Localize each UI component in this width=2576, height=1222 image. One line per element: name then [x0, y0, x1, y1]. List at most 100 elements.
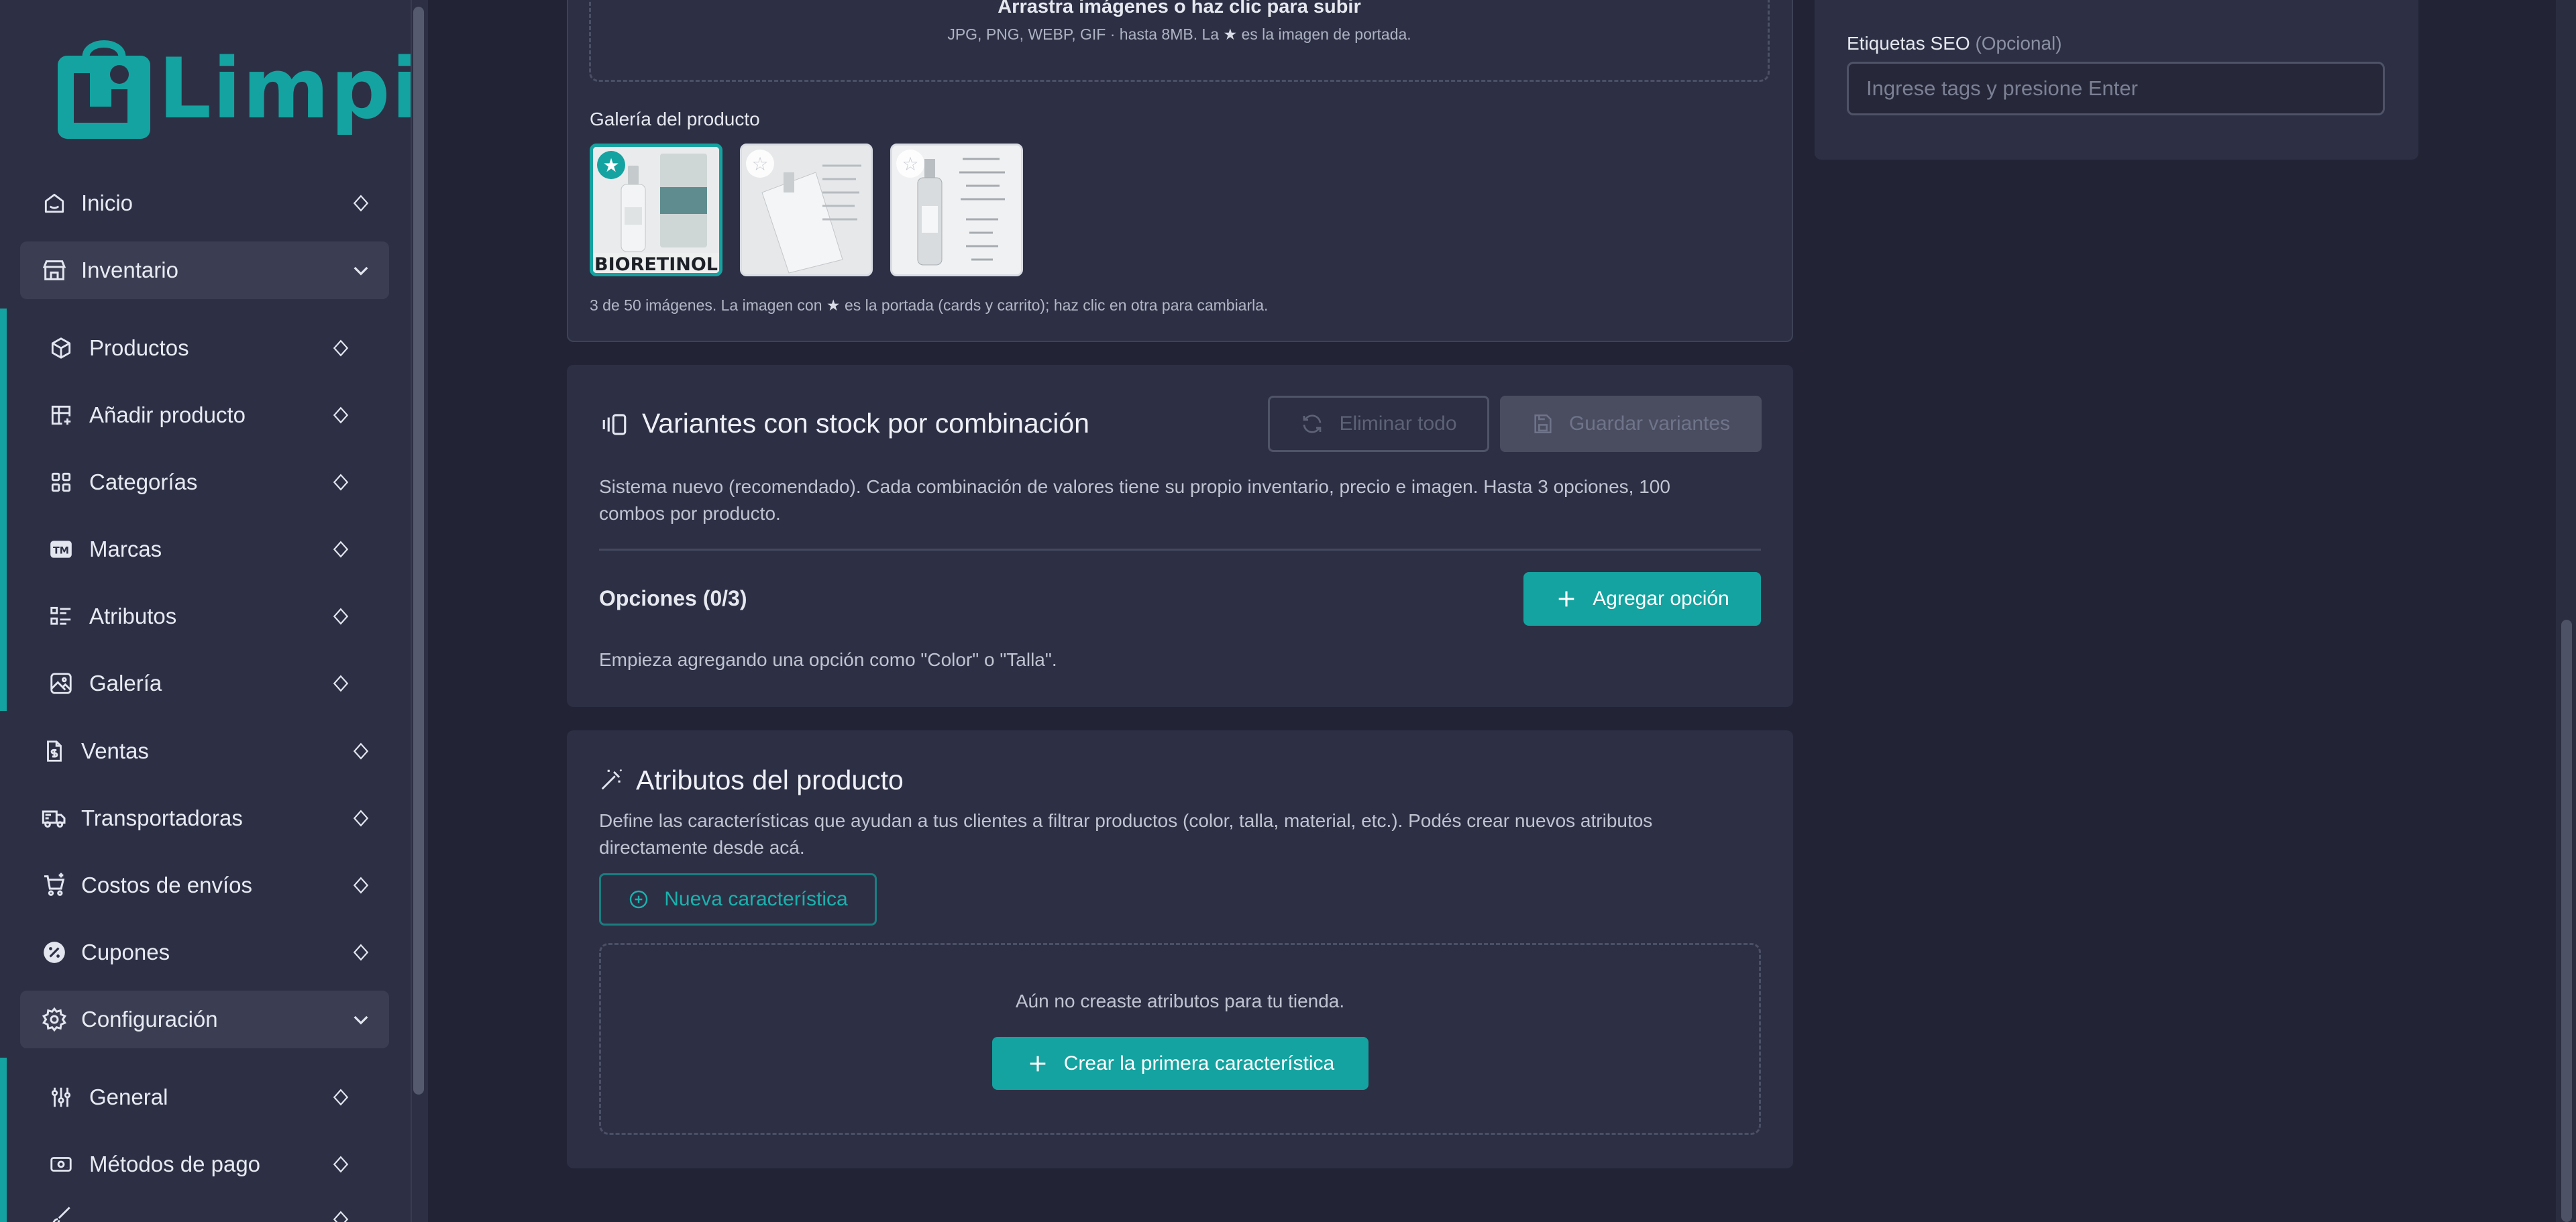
save-icon [1532, 412, 1554, 435]
truck-icon [40, 804, 68, 832]
diamond-icon [327, 1151, 354, 1178]
sidebar-item-transportadoras[interactable]: Transportadoras [20, 789, 389, 847]
wand-icon [599, 767, 625, 795]
seo-label-text: Etiquetas SEO [1847, 33, 1970, 54]
seo-tags-input[interactable]: Ingrese tags y presione Enter [1847, 62, 2385, 115]
list-details-icon [47, 602, 75, 630]
store-icon [40, 256, 68, 284]
attributes-empty-text: Aún no creaste atributos para tu tienda. [1015, 991, 1345, 1011]
add-option-label: Agregar opción [1593, 588, 1729, 610]
sidebar-item-label: Galería [89, 671, 162, 696]
sidebar-item-metodos-pago[interactable]: Métodos de pago [0, 1133, 376, 1195]
gallery-thumb-cover[interactable]: ★ BIORETINOL [590, 144, 722, 276]
gallery-thumb[interactable]: ☆ [890, 144, 1023, 276]
create-first-attribute-button[interactable]: Crear la primera característica [992, 1037, 1368, 1090]
sidebar-item-productos[interactable]: Productos [0, 317, 376, 379]
brand-name: Limpi [158, 41, 421, 137]
save-variants-button[interactable]: Guardar variantes [1500, 396, 1762, 452]
upload-title: Arrastra imágenes o haz clic para subir [998, 0, 1361, 17]
circle-plus-icon [628, 889, 649, 910]
gallery-summary-text: 3 de 50 imágenes. La imagen con [590, 296, 822, 314]
sidebar-item-atributos[interactable]: Atributos [0, 586, 376, 647]
sidebar-item-label: Cupones [81, 940, 170, 964]
upload-hint: JPG, PNG, WEBP, GIF · hasta 8MB. La ★ es… [589, 25, 1770, 44]
table-plus-icon [47, 401, 75, 429]
plus-icon [1026, 1052, 1049, 1075]
sidebar-item-general[interactable]: General [0, 1066, 376, 1128]
settings-icon [40, 1005, 68, 1034]
sidebar-item-marcas[interactable]: TM Marcas [0, 518, 376, 580]
sidebar-item-label: Añadir producto [89, 402, 246, 427]
sidebar-item-inventario[interactable]: Inventario [20, 241, 389, 299]
diamond-icon [327, 469, 354, 496]
refresh-icon [1300, 412, 1324, 436]
sidebar-item-label: Métodos de pago [89, 1152, 261, 1176]
sidebar-item-label: Categorías [89, 469, 198, 494]
sidebar-item-galeria[interactable]: Galería [0, 653, 376, 714]
diamond-icon [327, 335, 354, 362]
diamond-icon [327, 1206, 354, 1222]
adjustments-icon [47, 1083, 75, 1111]
plus-icon [1555, 588, 1578, 610]
attributes-description: Define las características que ayudan a … [599, 810, 1653, 831]
sidebar-item-costos-envios[interactable]: Costos de envíos [20, 856, 389, 914]
receipt-dollar-icon [40, 737, 68, 765]
seo-tags-placeholder: Ingrese tags y presione Enter [1866, 76, 2138, 100]
sidebar-item-label: Configuración [81, 1007, 218, 1032]
delete-all-label: Eliminar todo [1339, 412, 1457, 435]
seo-label: Etiquetas SEO (Opcional) [1847, 33, 2062, 54]
thumb-label: BIORETINOL [594, 254, 718, 275]
seo-optional-text: (Opcional) [1975, 33, 2062, 54]
star-icon: ★ [826, 296, 841, 314]
divider [599, 549, 1761, 551]
delete-all-button[interactable]: Eliminar todo [1268, 396, 1489, 452]
photo-icon [47, 669, 75, 698]
discount-icon [40, 938, 68, 966]
diamond-icon [347, 872, 374, 899]
add-option-button[interactable]: Agregar opción [1523, 572, 1761, 626]
star-icon: ★ [1223, 25, 1238, 43]
cover-star-icon: ★ [597, 151, 625, 179]
trademark-icon: TM [47, 535, 75, 563]
sidebar-item-label: Transportadoras [81, 806, 243, 830]
sidebar-scrollbar-thumb[interactable] [413, 7, 424, 1095]
diamond-icon [347, 738, 374, 765]
variants-description-line2: combos por producto. [599, 503, 781, 524]
sidebar-item-ventas[interactable]: Ventas [20, 722, 389, 780]
svg-text:TM: TM [53, 545, 69, 556]
new-attribute-label: Nueva característica [664, 888, 848, 910]
sidebar-item-label: Atributos [89, 604, 177, 628]
sidebar-item-inicio[interactable]: Inicio [20, 174, 389, 232]
sidebar-item-categorias[interactable]: Categorías [0, 451, 376, 513]
home-icon [40, 189, 68, 217]
sidebar-item-partial[interactable] [0, 1201, 376, 1222]
diamond-icon [347, 805, 374, 832]
brand-logo[interactable]: Limpi [54, 32, 421, 146]
diamond-icon [327, 1084, 354, 1111]
box-icon [47, 334, 75, 362]
sidebar-item-label: General [89, 1085, 168, 1109]
new-attribute-button[interactable]: Nueva característica [599, 873, 877, 926]
upload-hint-text-end: es la imagen de portada. [1241, 25, 1411, 43]
diamond-icon [347, 190, 374, 217]
gallery-title: Galería del producto [590, 109, 760, 129]
save-variants-label: Guardar variantes [1568, 412, 1731, 435]
attributes-description-line2: directamente desde acá. [599, 837, 805, 858]
options-empty-hint: Empieza agregando una opción como "Color… [599, 649, 1057, 670]
gallery-thumb[interactable]: ☆ [740, 144, 873, 276]
main-scrollbar-thumb[interactable] [2561, 620, 2572, 1222]
sidebar-item-cupones[interactable]: Cupones [20, 924, 389, 981]
chevron-down-icon [345, 254, 377, 286]
diamond-icon [327, 402, 354, 429]
cash-icon [47, 1150, 75, 1178]
create-first-attribute-label: Crear la primera característica [1063, 1052, 1335, 1074]
star-outline-icon[interactable]: ☆ [896, 150, 924, 178]
sidebar-item-label: Productos [89, 335, 189, 360]
cart-plus-icon [40, 871, 68, 899]
upload-hint-text: JPG, PNG, WEBP, GIF · hasta 8MB. La [947, 25, 1220, 43]
sidebar-item-configuracion[interactable]: Configuración [20, 991, 389, 1048]
sidebar-item-anadir-producto[interactable]: Añadir producto [0, 384, 376, 446]
diamond-icon [327, 603, 354, 630]
star-outline-icon[interactable]: ☆ [746, 150, 774, 178]
gallery-summary: 3 de 50 imágenes. La imagen con ★ es la … [590, 296, 1268, 315]
